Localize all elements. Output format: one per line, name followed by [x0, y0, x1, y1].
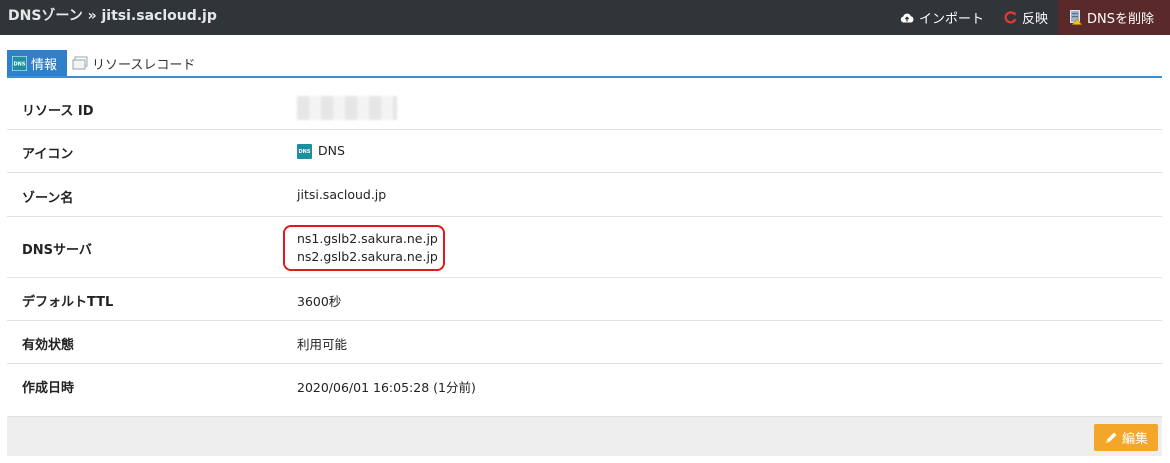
default-ttl-value: 3600秒 [297, 294, 342, 309]
dns-tag-icon: DNS [297, 144, 312, 159]
breadcrumb: DNSゾーン » jitsi.sacloud.jp [8, 8, 217, 24]
status-label: 有効状態 [22, 338, 75, 353]
import-label: インポート [918, 12, 984, 27]
dns-servers-label: DNSサーバ [22, 243, 92, 258]
details-table: リソース ID アイコン DNS DNS ゾーン名 jitsi.sacloud.j… [7, 87, 1162, 407]
row-status: 有効状態 利用可能 [7, 321, 1162, 364]
icon-label: アイコン [22, 147, 74, 162]
resource-id-label: リソース ID [22, 104, 94, 119]
dns-icon: DNS [12, 55, 27, 71]
row-default-ttl: デフォルトTTL 3600秒 [7, 278, 1162, 321]
highlight-annotation [283, 225, 445, 271]
row-created-at: 作成日時 2020/06/01 16:05:28 (1分前) [7, 364, 1162, 407]
records-icon [72, 56, 88, 70]
tab-info-label: 情報 [31, 57, 58, 73]
resource-id-value [297, 96, 397, 123]
delete-dns-button[interactable]: DNSを削除 [1058, 0, 1170, 35]
status-value: 利用可能 [297, 337, 348, 352]
row-icon: アイコン DNS DNS [7, 130, 1162, 173]
apply-label: 反映 [1021, 12, 1048, 27]
top-bar: DNSゾーン » jitsi.sacloud.jp インポート 反映 DNSを削… [0, 0, 1170, 35]
row-resource-id: リソース ID [7, 87, 1162, 130]
created-at-value: 2020/06/01 16:05:28 (1分前) [297, 380, 476, 395]
row-dns-servers: DNSサーバ ns1.gslb2.sakura.ne.jp ns2.gslb2.… [7, 217, 1162, 278]
svg-text:DNS: DNS [14, 61, 26, 67]
icon-value: DNS DNS [297, 143, 345, 159]
redacted-resource-id [297, 96, 397, 120]
header-actions: インポート 反映 DNSを削除 [890, 0, 1170, 35]
zone-name-label: ゾーン名 [22, 191, 74, 206]
cloud-upload-icon [900, 12, 914, 24]
pencil-icon [1104, 431, 1118, 445]
icon-value-text: DNS [318, 143, 345, 158]
row-zone-name: ゾーン名 jitsi.sacloud.jp [7, 173, 1162, 217]
tab-info[interactable]: DNS 情報 [7, 50, 67, 76]
delete-dns-label: DNSを削除 [1087, 12, 1154, 27]
delete-dns-icon [1070, 10, 1082, 25]
footer-bar: 編集 [7, 416, 1162, 456]
import-button[interactable]: インポート [890, 0, 994, 35]
created-at-label: 作成日時 [22, 381, 75, 396]
tab-resource-records-label: リソースレコード [92, 57, 196, 73]
refresh-icon [1004, 11, 1017, 24]
tab-bar: DNS 情報 リソースレコード [7, 50, 1162, 78]
edit-button[interactable]: 編集 [1094, 424, 1158, 451]
tab-resource-records[interactable]: リソースレコード [71, 50, 195, 76]
default-ttl-label: デフォルトTTL [22, 295, 114, 310]
edit-label: 編集 [1121, 432, 1148, 447]
zone-name-value: jitsi.sacloud.jp [297, 187, 387, 202]
apply-button[interactable]: 反映 [994, 0, 1058, 35]
